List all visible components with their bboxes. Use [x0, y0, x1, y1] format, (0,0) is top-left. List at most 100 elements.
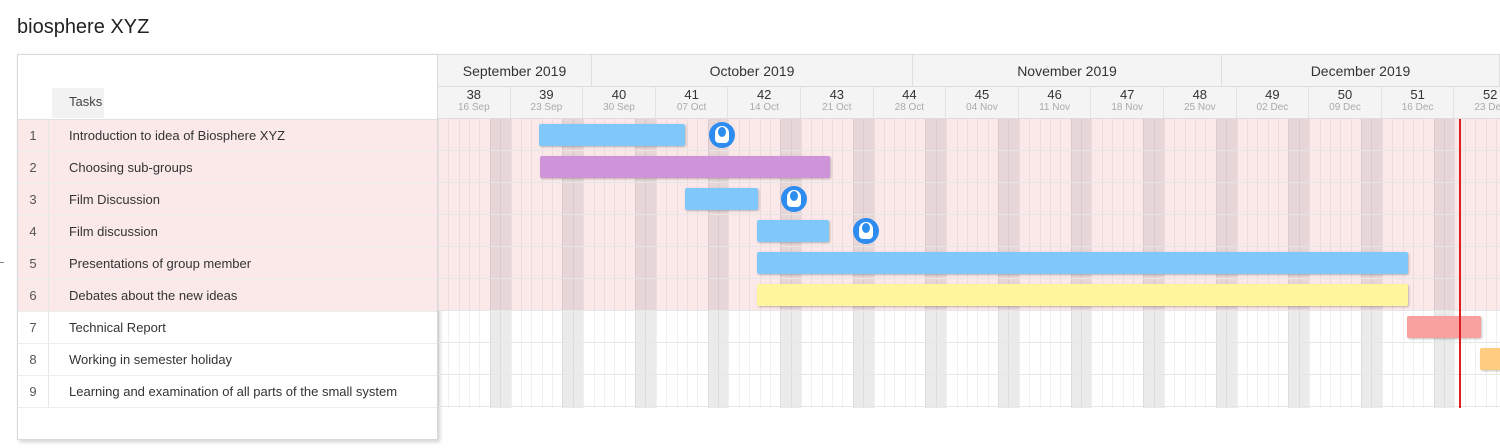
tasks-column-header[interactable]: Tasks	[52, 88, 104, 118]
task-name[interactable]: Learning and examination of all parts of…	[69, 376, 397, 407]
day-gridline	[438, 119, 439, 408]
task-name[interactable]: Introduction to idea of Biosphere XYZ	[69, 120, 285, 151]
week-number: 43	[829, 87, 845, 102]
day-gridline	[1475, 119, 1477, 408]
user-avatar-icon[interactable]	[853, 218, 879, 244]
task-row[interactable]: 2 Choosing sub-groups	[18, 152, 437, 184]
avatar-head	[790, 191, 798, 201]
task-name[interactable]: Film discussion	[69, 216, 158, 247]
row-gridline	[438, 246, 1500, 247]
week-start-date: 11 Nov	[1039, 102, 1071, 113]
task-name[interactable]: Film Discussion	[69, 184, 160, 215]
task-name[interactable]: Choosing sub-groups	[69, 152, 193, 183]
avatar-head	[862, 223, 870, 233]
week-label: 48 25 Nov	[1164, 87, 1237, 118]
week-label: 39 23 Sep	[511, 87, 584, 118]
week-number: 52	[1482, 87, 1498, 102]
week-scale: 38 16 Sep 39 23 Sep 40 30 Sep 41 07 Oct 42 14 Oct…	[438, 87, 1500, 119]
task-row-number: 8	[18, 344, 49, 375]
day-gridline	[1454, 119, 1456, 408]
task-row[interactable]: 8 Working in semester holiday	[18, 344, 437, 376]
task-bar[interactable]	[1407, 316, 1481, 338]
task-row[interactable]: 6 Debates about the new ideas	[18, 280, 437, 312]
task-row-number: 6	[18, 280, 49, 311]
week-label: 50 09 Dec	[1309, 87, 1382, 118]
week-number: 42	[756, 87, 772, 102]
task-grid: Tasks 1 Introduction to idea of Biosphere…	[17, 54, 438, 440]
week-number: 46	[1047, 87, 1062, 102]
row-gridline	[438, 214, 1500, 215]
row-gridline	[438, 150, 1500, 151]
task-bar[interactable]	[757, 252, 1408, 274]
user-avatar-icon[interactable]	[709, 122, 735, 148]
row-gridline	[438, 310, 1500, 311]
week-label: 46 11 Nov	[1019, 87, 1092, 118]
week-start-date: 30 Sep	[603, 102, 635, 113]
week-start-date: 25 Nov	[1183, 102, 1216, 113]
week-label: 41 07 Oct	[656, 87, 729, 118]
avatar-head	[718, 127, 726, 137]
week-number: 51	[1410, 87, 1425, 102]
week-label: 5223 Dec	[1454, 87, 1500, 118]
day-gridline	[479, 119, 481, 408]
week-start-date: 07 Oct	[676, 102, 707, 113]
row-gridline	[438, 278, 1500, 279]
row-gridline	[438, 182, 1500, 183]
user-avatar-icon[interactable]	[781, 186, 807, 212]
task-bar[interactable]	[757, 220, 829, 242]
task-bar[interactable]	[1480, 348, 1500, 370]
day-gridline	[1433, 119, 1435, 408]
day-gridline	[1464, 119, 1466, 408]
timeline-header: September 2019 October 2019 November 2019 D…	[438, 54, 1500, 119]
day-gridline	[448, 119, 450, 408]
task-bar[interactable]	[539, 124, 685, 146]
task-name[interactable]: Debates about the new ideas	[69, 280, 237, 311]
week-start-date: 16 Sep	[457, 102, 490, 113]
task-name[interactable]: Presentations of group member	[69, 248, 251, 279]
day-gridline	[1444, 119, 1446, 408]
day-gridline	[469, 119, 471, 408]
week-start-date: 09 Dec	[1329, 102, 1361, 113]
task-bar[interactable]	[757, 284, 1408, 306]
task-row-number: 4	[18, 216, 49, 247]
month-label: December 2019	[1222, 55, 1500, 87]
week-number: 44	[902, 87, 917, 102]
task-row[interactable]: 3 Film Discussion	[18, 184, 437, 216]
row-gridline	[438, 406, 1500, 407]
week-start-date: 23 Dec	[1474, 102, 1500, 113]
month-label: October 2019	[592, 55, 913, 87]
task-row[interactable]: 7 Technical Report	[18, 312, 437, 344]
timeline-body[interactable]	[438, 119, 1500, 408]
week-label: 38 16 Sep	[438, 87, 511, 118]
week-label: 47 18 Nov	[1091, 87, 1164, 118]
task-bar[interactable]	[685, 188, 758, 210]
task-name[interactable]: Working in semester holiday	[69, 344, 232, 375]
task-row[interactable]: 5 Presentations of group member	[18, 248, 437, 280]
week-start-date: 16 Dec	[1401, 102, 1434, 113]
week-start-date: 04 Nov	[966, 102, 998, 113]
week-start-date: 28 Oct	[894, 102, 925, 113]
week-label: 43 21 Oct	[801, 87, 874, 118]
row-gridline	[438, 342, 1500, 343]
week-number: 49	[1265, 87, 1280, 102]
task-row-number: 1	[18, 120, 49, 151]
edge-marker	[0, 262, 4, 263]
day-gridline	[500, 119, 502, 408]
day-gridline	[458, 119, 460, 408]
task-bar[interactable]	[540, 156, 830, 178]
task-row[interactable]: 4 Film discussion	[18, 216, 437, 248]
week-start-date: 21 Oct	[822, 102, 852, 113]
week-number: 41	[684, 87, 699, 102]
week-label: 44 28 Oct	[874, 87, 947, 118]
day-gridline	[510, 119, 512, 408]
task-row-number: 2	[18, 152, 49, 183]
task-name[interactable]: Technical Report	[69, 312, 166, 343]
task-row[interactable]: 1 Introduction to idea of Biosphere XYZ	[18, 120, 437, 152]
gantt-timeline[interactable]: September 2019 October 2019 November 2019 D…	[438, 54, 1500, 408]
day-gridline	[531, 119, 533, 408]
week-number: 38	[466, 87, 482, 102]
week-number: 39	[539, 87, 554, 102]
week-number: 40	[611, 87, 627, 102]
task-row[interactable]: 9 Learning and examination of all parts o…	[18, 376, 437, 408]
week-start-date: 14 Oct	[749, 102, 779, 113]
